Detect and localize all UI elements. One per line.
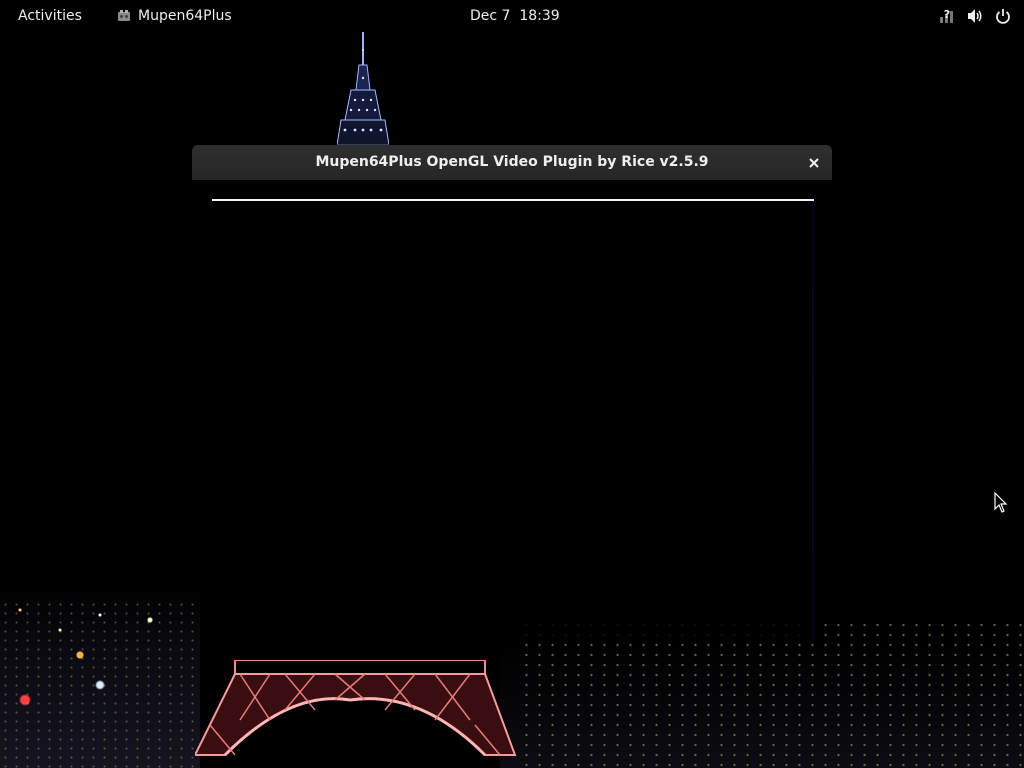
desktop: Activities Mupen64Plus Dec 7 18:39 ? Mup… — [0, 0, 1024, 768]
app-menu-button[interactable]: Mupen64Plus — [116, 0, 232, 32]
system-tray-button[interactable]: ? — [928, 0, 1012, 32]
render-area-top-line — [212, 199, 814, 201]
close-icon — [809, 158, 819, 168]
network-help-icon: ? — [938, 7, 956, 25]
mouse-cursor-icon — [994, 492, 1008, 513]
wallpaper-tower-top — [337, 30, 389, 145]
wallpaper-eiffel-tower — [195, 660, 517, 757]
power-icon — [994, 7, 1012, 25]
volume-icon — [966, 7, 984, 25]
close-button[interactable] — [804, 153, 824, 173]
wallpaper-city-lights-left — [0, 600, 200, 768]
app-menu-label: Mupen64Plus — [138, 8, 232, 24]
clock-button[interactable]: Dec 7 18:39 — [462, 0, 568, 32]
wallpaper-city-lights-right — [520, 620, 1024, 768]
mupen64-app-icon — [116, 8, 132, 24]
video-render-area[interactable] — [212, 199, 814, 641]
plugin-window-titlebar[interactable]: Mupen64Plus OpenGL Video Plugin by Rice … — [192, 145, 832, 180]
svg-text:?: ? — [944, 8, 950, 21]
top-bar: Activities Mupen64Plus Dec 7 18:39 ? — [0, 0, 1024, 32]
activities-button[interactable]: Activities — [10, 0, 90, 32]
window-title: Mupen64Plus OpenGL Video Plugin by Rice … — [315, 154, 709, 170]
